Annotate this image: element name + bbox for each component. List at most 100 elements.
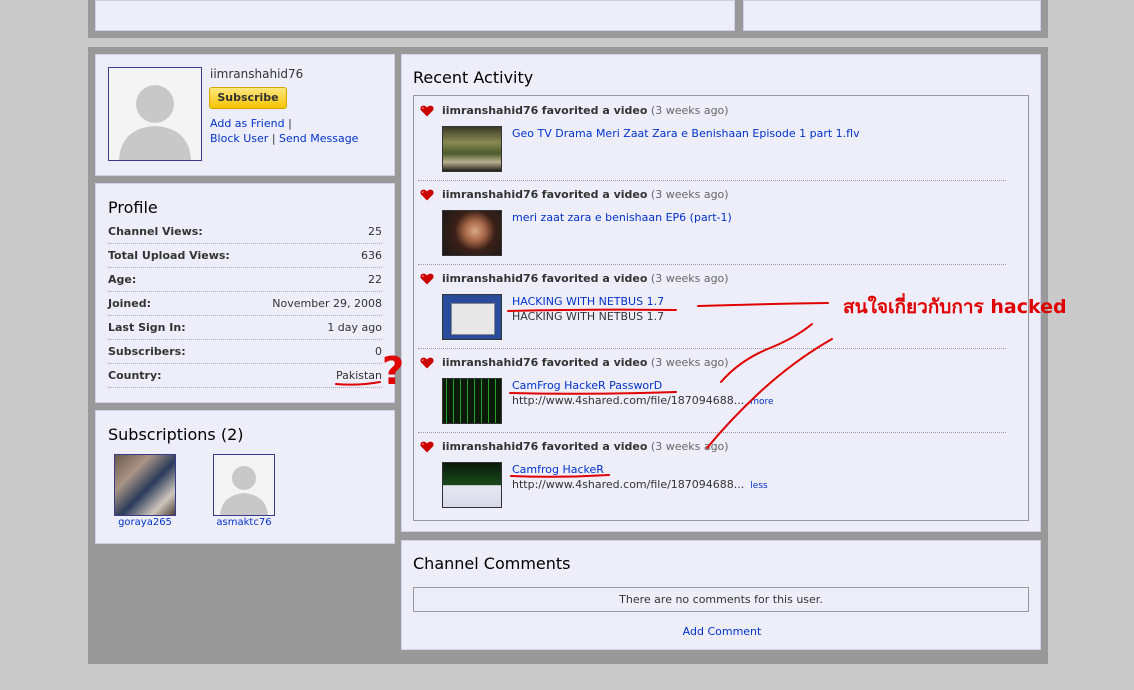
less-toggle[interactable]: less [750, 481, 767, 491]
question-mark-annotation: ? [382, 349, 405, 393]
profile-box: Profile Channel Views: 25 Total Upload Vi… [95, 183, 395, 403]
profile-value: 22 [368, 273, 382, 286]
user-actions: Add as Friend | [210, 117, 292, 130]
video-title-link[interactable]: meri zaat zara e benishaan EP6 (part-1) [512, 211, 732, 224]
profile-label: Subscribers: [108, 345, 186, 358]
activity-action: favorited a video [541, 104, 648, 117]
activity-header: iimranshahid76 favorited a video (3 week… [442, 188, 729, 201]
profile-row-channel-views: Channel Views: 25 [108, 220, 382, 244]
activity-user[interactable]: iimranshahid76 [442, 356, 538, 369]
subscriptions-heading: Subscriptions (2) [108, 425, 244, 444]
user-silhouette-icon [119, 85, 191, 160]
profile-value: 636 [361, 249, 382, 262]
user-silhouette-icon [220, 466, 268, 515]
separator: | [288, 117, 292, 130]
activity-action: favorited a video [541, 440, 648, 453]
profile-row-total-upload-views: Total Upload Views: 636 [108, 244, 382, 268]
video-thumbnail[interactable] [442, 210, 502, 256]
activity-user[interactable]: iimranshahid76 [442, 272, 538, 285]
top-left-box [95, 0, 735, 31]
subscription-item[interactable]: goraya265 [114, 454, 176, 528]
profile-row-country: Country: Pakistan [108, 364, 382, 388]
activity-user[interactable]: iimranshahid76 [442, 188, 538, 201]
heart-icon [420, 273, 434, 285]
subscription-item[interactable]: asmaktc76 [213, 454, 275, 528]
activity-user[interactable]: iimranshahid76 [442, 104, 538, 117]
user-avatar[interactable] [108, 67, 202, 161]
send-message-link[interactable]: Send Message [279, 132, 358, 145]
profile-value: 0 [375, 345, 382, 358]
add-comment-link[interactable]: Add Comment [402, 625, 1042, 638]
block-user-link[interactable]: Block User [210, 132, 268, 145]
activity-item: iimranshahid76 favorited a video (3 week… [418, 348, 1006, 433]
heart-icon [420, 357, 434, 369]
profile-label: Joined: [108, 297, 151, 310]
profile-rows: Channel Views: 25 Total Upload Views: 636 … [108, 220, 382, 400]
profile-label: Last Sign In: [108, 321, 186, 334]
no-comments-message: There are no comments for this user. [413, 587, 1029, 612]
video-title-link[interactable]: Camfrog HackeR [512, 463, 604, 476]
top-right-box [743, 0, 1041, 31]
profile-label: Channel Views: [108, 225, 203, 238]
subscription-thumbnail[interactable] [114, 454, 176, 516]
heart-icon [420, 441, 434, 453]
recent-activity-heading: Recent Activity [413, 68, 534, 87]
activity-action: favorited a video [541, 272, 648, 285]
video-title-link[interactable]: Geo TV Drama Meri Zaat Zara e Benishaan … [512, 127, 860, 140]
activity-item: iimranshahid76 favorited a video (3 week… [418, 96, 1006, 181]
activity-time: (3 weeks ago) [650, 104, 729, 117]
profile-value: 1 day ago [327, 321, 382, 334]
activity-item: iimranshahid76 favorited a video (3 week… [418, 432, 1006, 516]
thumbnail-window [451, 303, 495, 335]
activity-item: iimranshahid76 favorited a video (3 week… [418, 180, 1006, 265]
activity-header: iimranshahid76 favorited a video (3 week… [442, 272, 729, 285]
username: iimranshahid76 [210, 67, 304, 81]
activity-header: iimranshahid76 favorited a video (3 week… [442, 356, 729, 369]
user-box: iimranshahid76 Subscribe Add as Friend |… [95, 54, 395, 176]
channel-comments-box: Channel Comments There are no comments f… [401, 540, 1041, 650]
video-description: HACKING WITH NETBUS 1.7 [512, 310, 664, 323]
activity-user[interactable]: iimranshahid76 [442, 440, 538, 453]
activity-header: iimranshahid76 favorited a video (3 week… [442, 104, 729, 117]
profile-label: Age: [108, 273, 137, 286]
profile-row-joined: Joined: November 29, 2008 [108, 292, 382, 316]
profile-row-age: Age: 22 [108, 268, 382, 292]
separator: | [271, 132, 280, 145]
video-description-text: http://www.4shared.com/file/187094688... [512, 394, 745, 407]
video-thumbnail[interactable] [442, 462, 502, 508]
activity-time: (3 weeks ago) [650, 188, 729, 201]
video-thumbnail[interactable] [442, 126, 502, 172]
heart-icon [420, 105, 434, 117]
profile-value: Pakistan [335, 369, 382, 382]
activity-time: (3 weeks ago) [650, 440, 729, 453]
video-description-text: HACKING WITH NETBUS 1.7 [512, 310, 665, 323]
profile-value: November 29, 2008 [272, 297, 382, 310]
video-thumbnail[interactable] [442, 378, 502, 424]
profile-label: Total Upload Views: [108, 249, 230, 262]
subscription-name[interactable]: goraya265 [114, 517, 176, 528]
video-title-link[interactable]: CamFrog HackeR PassworD [512, 379, 662, 392]
profile-row-last-sign-in: Last Sign In: 1 day ago [108, 316, 382, 340]
thai-annotation-text: สนใจเกี่ยวกับการ hacked [843, 296, 1067, 318]
subscribe-button[interactable]: Subscribe [209, 87, 287, 109]
video-title-link[interactable]: HACKING WITH NETBUS 1.7 [512, 295, 664, 308]
activity-header: iimranshahid76 favorited a video (3 week… [442, 440, 729, 453]
video-thumbnail[interactable] [442, 294, 502, 340]
profile-heading: Profile [108, 198, 158, 217]
profile-row-subscribers: Subscribers: 0 [108, 340, 382, 364]
activity-time: (3 weeks ago) [650, 356, 729, 369]
video-description-text: http://www.4shared.com/file/187094688... [512, 478, 745, 491]
add-friend-link[interactable]: Add as Friend [210, 117, 285, 130]
subscription-name[interactable]: asmaktc76 [213, 517, 275, 528]
subscriptions-box: Subscriptions (2) goraya265 asmaktc76 [95, 410, 395, 544]
profile-value: 25 [368, 225, 382, 238]
activity-action: favorited a video [541, 188, 648, 201]
video-description: http://www.4shared.com/file/187094688...… [512, 394, 774, 407]
activity-action: favorited a video [541, 356, 648, 369]
activity-time: (3 weeks ago) [650, 272, 729, 285]
user-actions-2: Block User | Send Message [210, 132, 358, 145]
subscription-thumbnail[interactable] [213, 454, 275, 516]
more-toggle[interactable]: more [750, 397, 773, 407]
profile-label: Country: [108, 369, 162, 382]
video-description: http://www.4shared.com/file/187094688...… [512, 478, 768, 491]
